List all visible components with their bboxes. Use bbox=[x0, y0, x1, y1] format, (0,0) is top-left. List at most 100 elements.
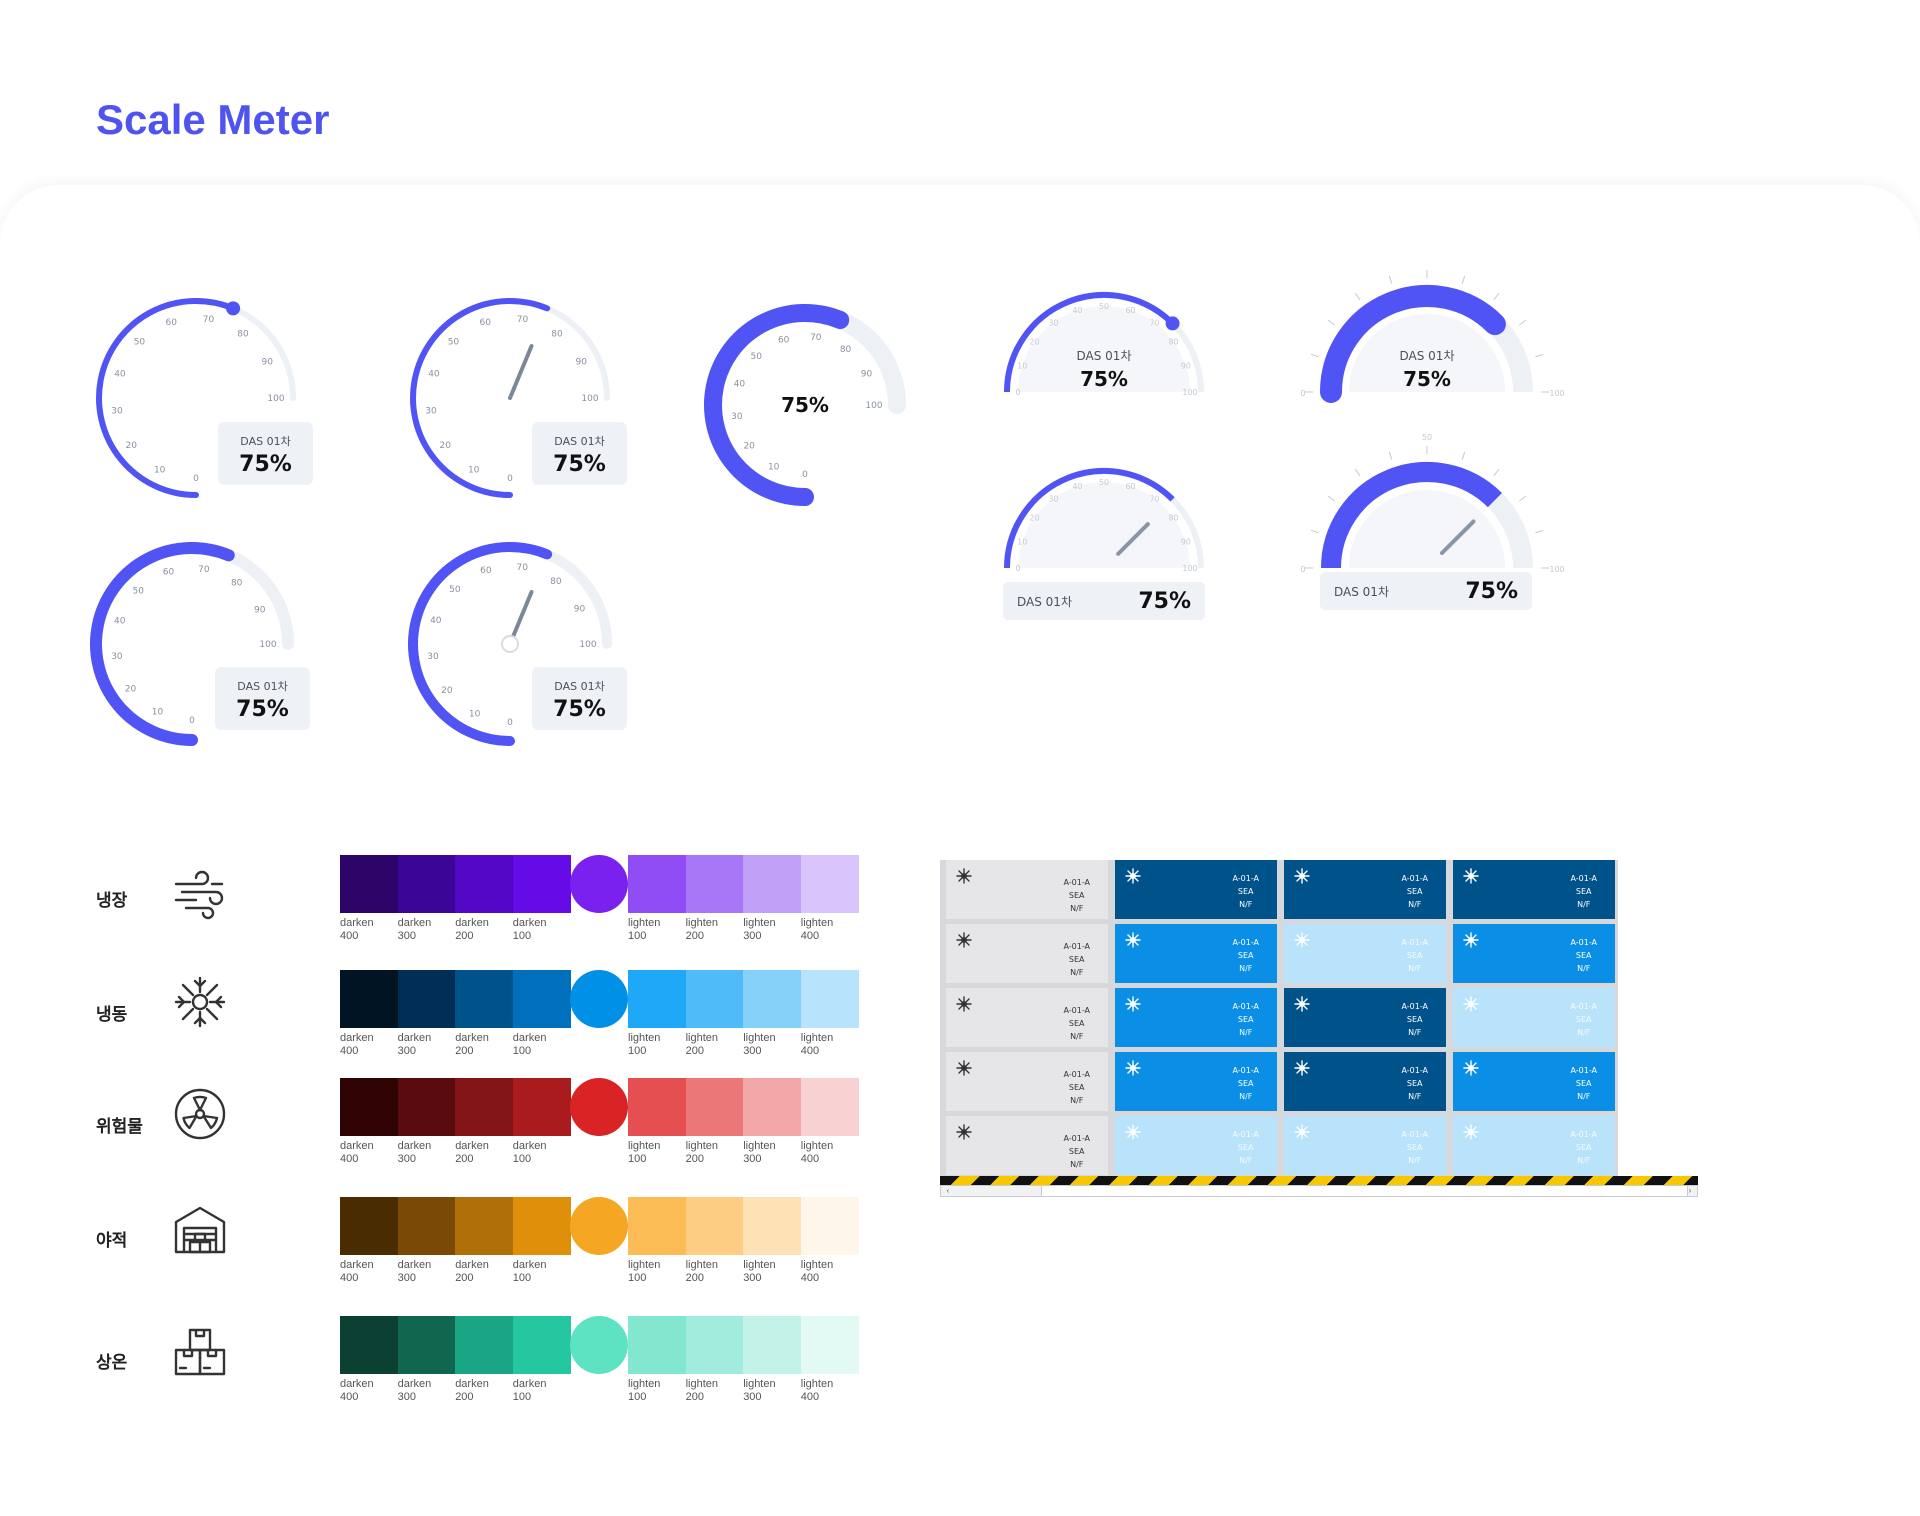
base-color-swatch bbox=[570, 855, 629, 913]
shade-label: darken 200 bbox=[455, 1259, 489, 1284]
shade-swatch bbox=[340, 1316, 398, 1374]
rack-cell[interactable]: A-01-A SEA N/F bbox=[1284, 860, 1446, 919]
rack-cell-line: A-01-A bbox=[1232, 1130, 1259, 1139]
gauge-tick-label: 90 bbox=[861, 370, 873, 380]
shade-swatch bbox=[397, 970, 456, 1028]
shade-swatch bbox=[800, 1197, 859, 1255]
gauge-tick-label: 50 bbox=[1099, 478, 1109, 487]
gauge-tick-label: 90 bbox=[1181, 537, 1191, 546]
rack-cell[interactable]: A-01-A SEA N/F bbox=[1284, 1052, 1446, 1111]
rack-cell-line: SEA bbox=[1068, 1147, 1085, 1156]
chevron-right-icon[interactable]: › bbox=[1685, 1186, 1695, 1196]
gauge-tick-label: 80 bbox=[551, 329, 563, 339]
gauge-tick-label: 40 bbox=[1072, 482, 1082, 491]
gauge-tick-label: 20 bbox=[1029, 337, 1039, 346]
rack-cell[interactable]: A-01-A SEA N/F bbox=[1453, 988, 1615, 1047]
gauge-knob[interactable] bbox=[1165, 316, 1180, 331]
rack-cell[interactable]: A-01-A SEA N/F bbox=[1284, 924, 1446, 983]
rack-cell[interactable]: A-01-A SEA N/F bbox=[1115, 1116, 1277, 1175]
gauge-tick bbox=[1493, 293, 1500, 301]
shade-label: lighten 400 bbox=[800, 1259, 834, 1284]
wind-icon bbox=[172, 866, 228, 922]
gauge-tick-label: 30 bbox=[1048, 494, 1058, 503]
shade-swatch bbox=[455, 970, 514, 1028]
gauge-tick-label: 50 bbox=[449, 585, 461, 595]
rack-cell[interactable]: A-01-A SEA N/F bbox=[1453, 1116, 1615, 1175]
rack-cell[interactable]: A-01-A SEA N/F bbox=[1453, 924, 1615, 983]
rack-cell[interactable]: A-01-A SEA N/F bbox=[1453, 1052, 1615, 1111]
rack-cell-line: A-01-A bbox=[1401, 938, 1428, 947]
gauge-tick-label: 0 bbox=[507, 718, 513, 728]
gauge-tick-label: 90 bbox=[254, 605, 266, 615]
shade-label: lighten 400 bbox=[800, 1378, 834, 1403]
warehouse-icon bbox=[172, 1202, 228, 1258]
gauge-knob[interactable] bbox=[226, 301, 241, 316]
rack-cell-line: SEA bbox=[1406, 951, 1423, 960]
rack-cell[interactable]: A-01-A SEA N/F bbox=[1115, 860, 1277, 919]
rack-cell[interactable]: A-01-A SEA N/F bbox=[1115, 988, 1277, 1047]
shade-label: darken 300 bbox=[397, 1032, 432, 1057]
rack-cell-line: SEA bbox=[1575, 887, 1592, 896]
rack-cell[interactable]: A-01-A SEA N/F bbox=[946, 924, 1108, 983]
snowflake-icon bbox=[1125, 932, 1141, 948]
rack-cell-line: N/F bbox=[1408, 964, 1422, 973]
rack-cell-line: N/F bbox=[1577, 1092, 1591, 1101]
snowflake-icon bbox=[1125, 868, 1141, 884]
shade-swatch bbox=[512, 855, 571, 913]
gauge-tick-label: 20 bbox=[1029, 513, 1039, 522]
rack-cell-line: SEA bbox=[1068, 891, 1085, 900]
gauge-fill bbox=[96, 298, 237, 498]
gauge-tick-label: 100 bbox=[1182, 388, 1197, 397]
rack-cell[interactable]: A-01-A SEA N/F bbox=[1284, 1116, 1446, 1175]
shade-label: darken 100 bbox=[512, 1140, 547, 1165]
gauge-tick-label: 10 bbox=[152, 708, 164, 718]
rack-cell[interactable]: A-01-A SEA N/F bbox=[1115, 924, 1277, 983]
gauge-tick-label: 20 bbox=[125, 685, 137, 695]
rack-cell[interactable]: A-01-A SEA N/F bbox=[946, 1116, 1108, 1175]
gauge-tick-label: 50 bbox=[750, 352, 762, 362]
rack-cell-line: A-01-A bbox=[1401, 1130, 1428, 1139]
rack-cell-line: A-01-A bbox=[1063, 1134, 1090, 1143]
rack-cell-line: A-01-A bbox=[1063, 1070, 1090, 1079]
shade-swatch bbox=[628, 1197, 686, 1255]
shade-label: lighten 100 bbox=[628, 1032, 661, 1057]
gauge-tick-label: 70 bbox=[516, 563, 528, 573]
horizontal-scrollbar[interactable]: ‹ › bbox=[940, 1185, 1698, 1197]
gauge-tick-label: 70 bbox=[517, 315, 529, 325]
category-label: 냉동 bbox=[96, 1005, 128, 1025]
rack-cell-line: SEA bbox=[1237, 1143, 1254, 1152]
gauge-label: DAS 01차 bbox=[1017, 594, 1072, 609]
rack-cell[interactable]: A-01-A SEA N/F bbox=[1453, 860, 1615, 919]
rack-cell[interactable]: A-01-A SEA N/F bbox=[946, 860, 1108, 919]
scrollbar-thumb[interactable] bbox=[1041, 1186, 1688, 1196]
shade-swatch bbox=[512, 1197, 571, 1255]
chevron-left-icon[interactable]: ‹ bbox=[943, 1186, 953, 1196]
shade-label: lighten 200 bbox=[685, 1378, 719, 1403]
shade-label: lighten 300 bbox=[743, 1259, 776, 1284]
gauge-info-box: DAS 01차 75% bbox=[215, 667, 310, 730]
gauge-tick-label: 50 bbox=[133, 586, 145, 596]
gauge-8: 0 10 20 30 40 50 60 70 80 90 100 bbox=[1004, 468, 1204, 573]
gauge-tick bbox=[1518, 495, 1526, 502]
rack-cell[interactable]: A-01-A SEA N/F bbox=[1115, 1052, 1277, 1111]
rack-cell[interactable]: A-01-A SEA N/F bbox=[946, 1052, 1108, 1111]
gauge-value: 75% bbox=[553, 697, 606, 722]
rack-cell[interactable]: A-01-A SEA N/F bbox=[946, 988, 1108, 1047]
shade-label: darken 300 bbox=[397, 1140, 432, 1165]
shade-swatch bbox=[743, 1078, 802, 1136]
rack-cell[interactable]: A-01-A SEA N/F bbox=[1284, 988, 1446, 1047]
shade-swatch bbox=[800, 1316, 859, 1374]
gauge-tick bbox=[1535, 353, 1544, 358]
rack-cell-line: SEA bbox=[1068, 1019, 1085, 1028]
rack-cell-line: SEA bbox=[1237, 1015, 1254, 1024]
gauge-tick-label: 40 bbox=[428, 369, 440, 379]
snowflake-icon bbox=[956, 932, 972, 948]
shade-swatch bbox=[800, 970, 859, 1028]
gauge-hub bbox=[501, 635, 519, 653]
snowflake-icon bbox=[956, 1060, 972, 1076]
shade-label: lighten 100 bbox=[628, 1378, 661, 1403]
snowflake-icon bbox=[1463, 996, 1479, 1012]
shade-swatch bbox=[628, 855, 686, 913]
category-label: 위험물 bbox=[96, 1117, 143, 1137]
rack-cell-line: A-01-A bbox=[1570, 874, 1597, 883]
